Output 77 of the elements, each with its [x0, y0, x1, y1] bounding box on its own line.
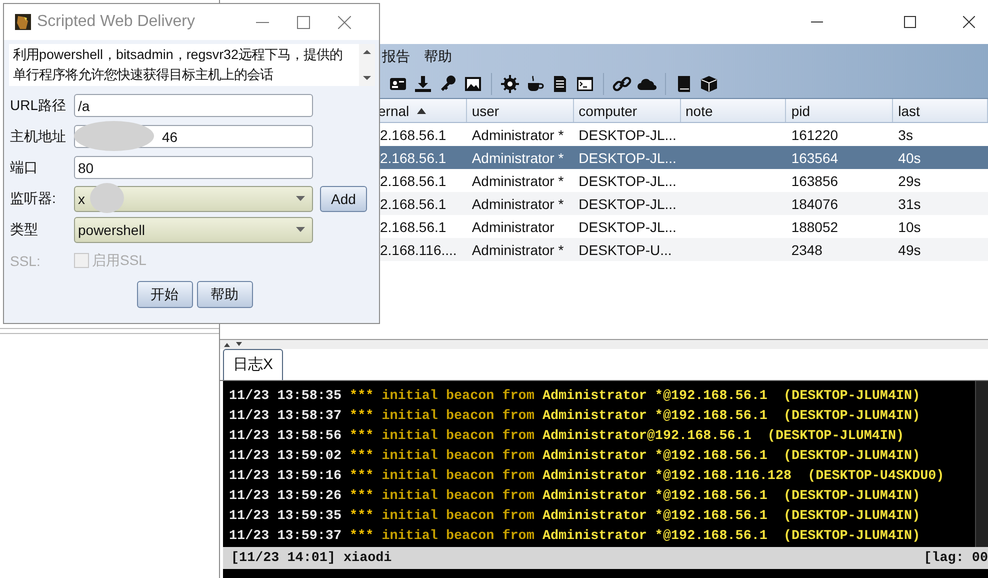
- table-cell: Administrator *: [472, 196, 564, 212]
- log-line: 11/23 13:59:26 *** initial beacon from Administrator *@192.168.56.1 (DESKTOP-JLUM4IN): [229, 488, 922, 506]
- column-header[interactable]: computer: [574, 99, 680, 122]
- table-cell: 2.168.56.1: [380, 150, 446, 166]
- table-cell: Administrator: [472, 218, 554, 234]
- column-header[interactable]: last: [893, 99, 988, 122]
- input-field[interactable]: /a: [74, 94, 313, 117]
- log-tab[interactable]: 日志X: [223, 349, 284, 380]
- log-line: 11/23 13:59:02 *** initial beacon from Administrator *@192.168.56.1 (DESKTOP-JLUM4IN): [229, 448, 922, 466]
- input-field[interactable]: 80: [74, 156, 313, 179]
- table-cell: 2.168.56.1: [380, 218, 446, 234]
- splitter-arrows-icon[interactable]: [224, 342, 242, 347]
- description-text: 利用powershell，bitsadmin，regsvr32远程下马，提供的单行程序将允许您快速获得目标主机上的会话: [12, 46, 344, 84]
- status-text: [11/23 14:01] xiaodi: [231, 550, 392, 566]
- close-icon[interactable]: [963, 16, 975, 28]
- coffee-cup-icon[interactable]: [525, 74, 545, 94]
- dropdown[interactable]: powershell: [74, 216, 313, 242]
- image-icon[interactable]: [463, 74, 483, 94]
- field-label: 端口: [10, 158, 39, 176]
- log-line: 11/23 13:58:56 *** initial beacon from Administrator@192.168.56.1 (DESKTOP-JLUM4IN): [229, 428, 906, 446]
- log-line: 11/23 13:59:16 *** initial beacon from Administrator *@192.168.116.128 (DESKTOP-U4SKDU0): [229, 468, 946, 486]
- table-cell: DESKTOP-JL...: [578, 150, 676, 166]
- link-icon[interactable]: [612, 74, 632, 94]
- column-header[interactable]: note: [680, 99, 786, 122]
- table-cell: Administrator *: [472, 172, 564, 188]
- table-cell: 31s: [898, 196, 921, 212]
- field-label: URL路径: [10, 96, 68, 114]
- dialog-button[interactable]: 开始: [136, 281, 192, 308]
- field-label: 监听器:: [10, 190, 57, 208]
- field-label: 类型: [10, 220, 39, 238]
- table-cell: 10s: [898, 218, 921, 234]
- table-cell: 2.168.116....: [380, 242, 457, 258]
- table-cell: 40s: [898, 150, 921, 166]
- table-cell: DESKTOP-JL...: [578, 218, 676, 234]
- column-header[interactable]: user: [466, 99, 574, 122]
- column-header[interactable]: pid: [786, 99, 894, 122]
- command-input[interactable]: [223, 569, 988, 578]
- gear-icon[interactable]: [500, 74, 520, 94]
- table-cell: 184076: [791, 196, 838, 212]
- menu-item[interactable]: 帮助: [422, 48, 454, 66]
- caret-icon[interactable]: [296, 227, 305, 232]
- log-line: 11/23 13:58:35 *** initial beacon from Administrator *@192.168.56.1 (DESKTOP-JLUM4IN): [229, 388, 922, 406]
- field-label: SSL:: [10, 252, 42, 268]
- log-line: 11/23 13:58:37 *** initial beacon from Administrator *@192.168.56.1 (DESKTOP-JLUM4IN): [229, 408, 922, 426]
- table-cell: 161220: [791, 126, 838, 142]
- add-button[interactable]: Add: [320, 186, 367, 212]
- log-line: 11/23 13:59:37 *** initial beacon from Administrator *@192.168.56.1 (DESKTOP-JLUM4IN): [229, 528, 922, 546]
- table-cell: 2.168.56.1: [380, 172, 446, 188]
- terminal-icon[interactable]: [575, 74, 595, 94]
- table-cell: Administrator *: [472, 150, 564, 166]
- table-cell: 163856: [791, 172, 838, 188]
- menu-item[interactable]: 报告: [380, 48, 412, 66]
- app-icon: [15, 14, 31, 30]
- table-cell: DESKTOP-JL...: [578, 126, 676, 142]
- cube-icon[interactable]: [699, 74, 719, 94]
- table-cell: DESKTOP-JL...: [578, 172, 676, 188]
- table-cell: Administrator *: [472, 126, 564, 142]
- download-icon[interactable]: [413, 74, 433, 94]
- caret-icon[interactable]: [296, 196, 305, 201]
- table-cell: 2.168.56.1: [380, 196, 446, 212]
- maximize-icon[interactable]: [904, 16, 916, 28]
- dialog-button[interactable]: 帮助: [196, 281, 252, 308]
- table-cell: 163564: [791, 150, 838, 166]
- window-title: Scripted Web Delivery: [37, 13, 196, 31]
- field-label: 主机地址: [10, 128, 67, 146]
- table-cell: 2.168.56.1: [380, 126, 446, 142]
- scrollbar[interactable]: [975, 381, 988, 547]
- table-cell: DESKTOP-JL...: [578, 196, 676, 212]
- table-cell: DESKTOP-U...: [578, 242, 672, 258]
- table-cell: 188052: [791, 218, 838, 234]
- table-cell: 29s: [898, 172, 921, 188]
- log-line: 11/23 13:59:35 *** initial beacon from Administrator *@192.168.56.1 (DESKTOP-JLUM4IN): [229, 508, 922, 526]
- table-cell: 2348: [791, 242, 822, 258]
- table-cell: 3s: [898, 126, 913, 142]
- lag-indicator: [lag: 00: [924, 550, 988, 566]
- table-cell: 49s: [898, 242, 921, 258]
- table-cell: Administrator *: [472, 242, 564, 258]
